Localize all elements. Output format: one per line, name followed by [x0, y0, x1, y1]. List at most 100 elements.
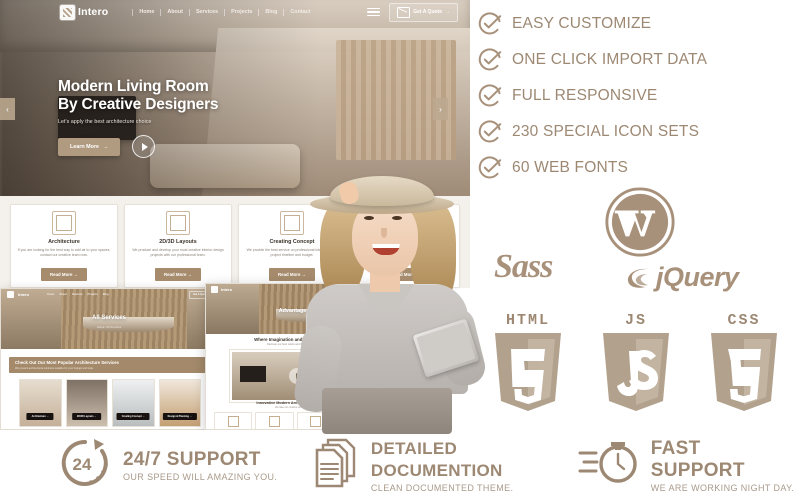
model-nose [381, 228, 387, 238]
hamburger-menu-icon[interactable] [367, 7, 381, 17]
service-card-title: Architecture [48, 239, 80, 245]
tile-label: Architecture → [26, 413, 54, 420]
service-card[interactable]: 2D/3D Layouts We produce and develop you… [124, 204, 232, 288]
jquery-mark-icon [625, 266, 651, 290]
model-trousers [322, 388, 452, 434]
support-item-fast-support: FAST SUPPORT WE ARE WORKING NIGHT DAY. [578, 437, 800, 494]
services-tile[interactable]: Creating Concept → [112, 379, 155, 427]
nav-item-projects[interactable]: Projects [224, 8, 258, 16]
support-subtitle: WE ARE WORKING NIGHT DAY. [650, 482, 795, 493]
services-tile[interactable]: Architecture → [19, 379, 62, 427]
nav-item-about[interactable]: About [160, 8, 189, 16]
architecture-icon [52, 211, 76, 235]
services-banner-subtitle: We present architectural solutions suita… [15, 366, 94, 370]
nav-item-blog[interactable]: Blog [258, 8, 283, 16]
support-item-documentation: DETAILED DOCUMENTION CLEAN DOCUMENTED TH… [314, 438, 572, 493]
get-a-quote-label: Get A Quote [413, 9, 442, 15]
support-bar: 24 24/7 SUPPORT OUR SPEED WILL AMAZING Y… [0, 430, 800, 500]
sass-logo: Sass [494, 248, 553, 285]
brand-name: Intero [221, 286, 233, 292]
nav-item-services[interactable]: Services [188, 8, 224, 16]
logo-mark-icon [60, 4, 75, 20]
model-eye-left [364, 216, 374, 220]
tech-shields: HTML JS CSS [486, 312, 786, 415]
promo-banner: Intero Home About Services Projects Blog… [0, 0, 800, 500]
check-circle-icon [478, 120, 502, 144]
feature-label: ONE CLICK IMPORT DATA [512, 51, 708, 68]
jquery-wordmark: jQuery [656, 262, 739, 292]
support-text: 24/7 SUPPORT OUR SPEED WILL AMAZING YOU. [123, 449, 277, 482]
nav-item-contact[interactable]: Contact [283, 8, 316, 16]
feature-label: FULL RESPONSIVE [512, 87, 658, 104]
feature-panel: EASY CUSTOMIZE ONE CLICK IMPORT DATA FUL… [470, 0, 800, 430]
play-video-button[interactable] [132, 135, 156, 158]
hero-subtitle: Let's apply the best architecture choice [58, 119, 152, 125]
slider-prev-button[interactable]: ‹ [0, 98, 15, 120]
stopwatch-icon [578, 437, 640, 494]
service-card-text: If you are looking for the best way to a… [17, 248, 111, 257]
logo-mark-icon [7, 291, 14, 298]
tile-label: Creating Concept → [116, 413, 150, 420]
services-tile-grid: Architecture → 2D/3D Layouts → Creating … [19, 379, 201, 427]
support-text: DETAILED DOCUMENTION CLEAN DOCUMENTED TH… [371, 438, 572, 493]
feature-item: 230 SPECIAL ICON SETS [478, 114, 798, 150]
learn-more-button[interactable]: Learn More → [58, 137, 121, 156]
nav-item-services[interactable]: Services [72, 293, 83, 296]
jquery-logo: jQuery [625, 262, 739, 293]
services-banner-title: Check Out Our Most Popular Architecture … [15, 360, 119, 365]
slider-next-button[interactable]: › [433, 98, 448, 120]
nav-item-home[interactable]: Home [132, 8, 160, 16]
layouts-icon [166, 211, 190, 235]
nav-item-blog[interactable]: Blog [103, 293, 109, 296]
feature-label: 230 SPECIAL ICON SETS [512, 123, 700, 140]
hero-title-line2: By Creative Designers [58, 95, 219, 113]
architecture-icon [227, 416, 239, 427]
services-tile[interactable]: 2D/3D Layouts → [65, 379, 108, 427]
nav-item-home[interactable]: Home [47, 293, 54, 296]
nav-item-projects[interactable]: Projects [88, 293, 98, 296]
video-tv [240, 366, 266, 382]
badge-24: 24 [73, 455, 92, 474]
check-circle-icon [478, 48, 502, 72]
arrow-right-icon: → [103, 143, 109, 150]
js-shield-graphic [599, 331, 673, 415]
logo-mark-icon [211, 285, 218, 293]
services-banner: Check Out Our Most Popular Architecture … [9, 357, 211, 373]
services-page-screenshot: Intero Home About Services Projects Blog… [0, 288, 218, 430]
hero-title-line1: Modern Living Room [58, 78, 209, 95]
service-card[interactable]: Architecture If you are looking for the … [10, 204, 118, 288]
feature-label: 60 WEB FONTS [512, 159, 629, 176]
breadcrumb: Home / All Services [96, 325, 122, 329]
feature-list: EASY CUSTOMIZE ONE CLICK IMPORT DATA FUL… [478, 6, 798, 186]
tile-label: Design & Planning → [162, 413, 197, 420]
documents-icon [314, 438, 360, 493]
check-circle-icon [478, 12, 502, 36]
main-nav: Home About Services Projects Blog Contac… [132, 8, 316, 16]
nav-item-about[interactable]: About [59, 293, 67, 296]
read-more-button[interactable]: Read More → [154, 268, 202, 281]
html5-shield-graphic [491, 331, 565, 415]
advantages-card[interactable]: 2D/3D Layouts We develop your creative d… [255, 412, 294, 429]
get-a-quote-button[interactable]: Get A Quote → [389, 2, 458, 22]
advantages-card[interactable]: Architecture The best way to add air to … [214, 412, 253, 429]
feature-item: EASY CUSTOMIZE [478, 6, 798, 42]
support-item-24-7: 24 24/7 SUPPORT OUR SPEED WILL AMAZING Y… [58, 436, 308, 495]
check-circle-icon [478, 84, 502, 108]
feature-item: 60 WEB FONTS [478, 150, 798, 186]
read-more-button[interactable]: Read More → [40, 268, 88, 281]
css3-shield-graphic [707, 331, 781, 415]
brand-name: Intero [18, 292, 30, 297]
html5-label: HTML [505, 312, 550, 329]
html5-shield: HTML [486, 312, 570, 415]
hero-cta-group: Learn More → [58, 135, 218, 158]
envelope-icon [397, 6, 411, 18]
support-title: FAST SUPPORT [650, 437, 745, 481]
support-subtitle: OUR SPEED WILL AMAZING YOU. [123, 471, 278, 482]
hero-copy: Modern Living Room By Creative Designers… [58, 78, 219, 158]
css3-label: CSS [727, 312, 761, 329]
support-text: FAST SUPPORT WE ARE WORKING NIGHT DAY. [651, 438, 800, 493]
css3-shield: CSS [702, 312, 786, 415]
support-title: 24/7 SUPPORT [123, 448, 261, 470]
services-tile[interactable]: Design & Planning → [158, 379, 201, 427]
site-logo[interactable]: Intero [60, 4, 108, 20]
